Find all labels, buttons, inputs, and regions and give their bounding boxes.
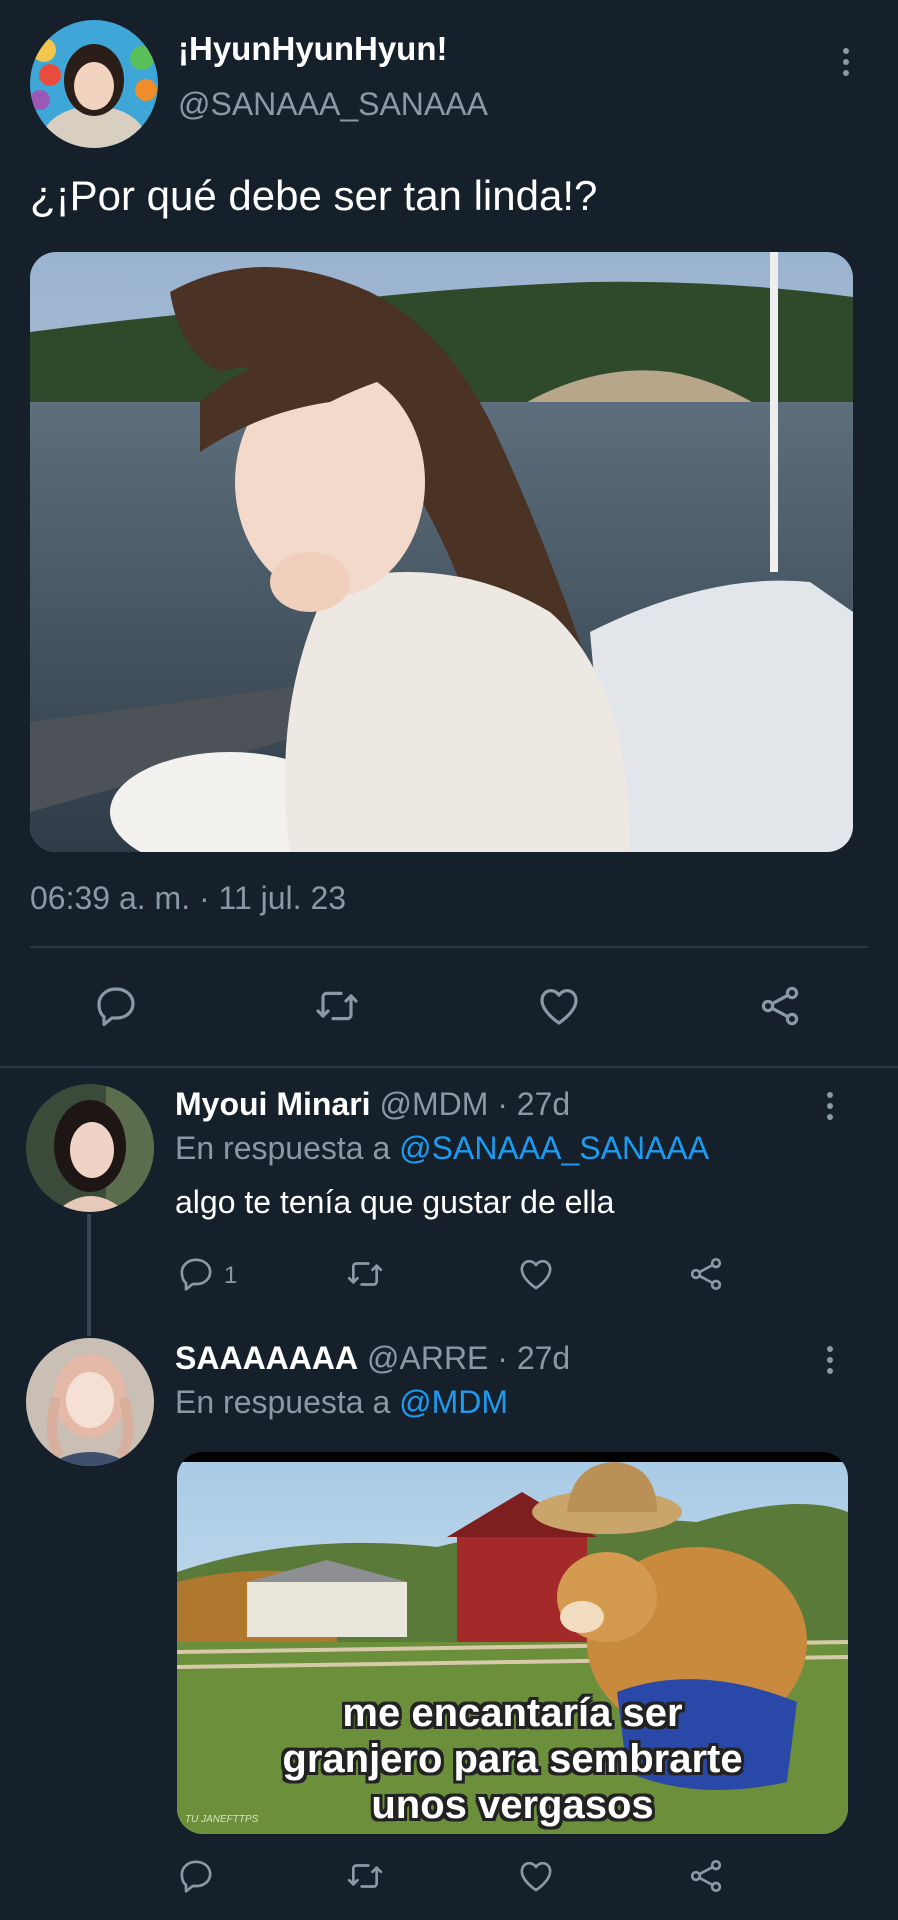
main-tweet-photo[interactable]: [30, 252, 853, 852]
reply-2-retweet-icon[interactable]: [344, 1856, 386, 1896]
reply-icon[interactable]: [92, 982, 140, 1030]
reply-2-meme-caption-3: unos vergasos: [371, 1783, 654, 1827]
main-tweet-avatar[interactable]: [30, 20, 158, 148]
reply-2-meme-image[interactable]: me encantaría ser granjero para sembrart…: [177, 1452, 848, 1834]
reply-2-meme-caption-1: me encantaría ser: [342, 1691, 683, 1735]
reply-2-context: En respuesta a @MDM: [175, 1384, 508, 1421]
reply-1-retweet-icon[interactable]: [344, 1254, 386, 1294]
reply-1-handle[interactable]: @MDM: [379, 1086, 488, 1122]
main-tweet-handle[interactable]: @SANAAA_SANAAA: [178, 86, 488, 123]
reply-1-avatar[interactable]: [26, 1084, 154, 1212]
main-tweet-timestamp: 06:39 a. m. · 11 jul. 23: [30, 880, 347, 916]
reply-1-age: · 27d: [497, 1086, 571, 1122]
reply-1-header: Myoui Minari @MDM · 27d: [175, 1086, 570, 1123]
main-tweet-divider: [30, 946, 868, 948]
reply-2-display-name[interactable]: SAAAAAAA: [175, 1340, 358, 1376]
reply-2-reply-icon[interactable]: [176, 1856, 216, 1896]
main-tweet-text: ¿¡Por qué debe ser tan linda!?: [30, 172, 598, 219]
reply-1-reply-count: 1: [224, 1262, 238, 1289]
reply-2-handle[interactable]: @ARRE: [367, 1340, 488, 1376]
reply-1-context-prefix: En respuesta a: [175, 1130, 391, 1166]
reply-1-like-icon[interactable]: [516, 1254, 556, 1294]
reply-1-share-icon[interactable]: [686, 1254, 726, 1294]
reply-2-meme-caption-2: granjero para sembrarte: [282, 1737, 743, 1781]
reply-2-like-icon[interactable]: [516, 1856, 556, 1896]
reply-1-display-name[interactable]: Myoui Minari: [175, 1086, 371, 1122]
retweet-icon[interactable]: [312, 982, 362, 1030]
reply-1-reply-icon[interactable]: [176, 1254, 216, 1294]
reply-2-meme-watermark: TU JANEFTTPS: [185, 1814, 259, 1825]
reply-2-context-prefix: En respuesta a: [175, 1384, 391, 1420]
main-tweet-more-icon[interactable]: [840, 48, 852, 76]
reply-2-mention-link[interactable]: @MDM: [399, 1384, 508, 1420]
like-icon[interactable]: [535, 982, 583, 1030]
reply-2-avatar[interactable]: [26, 1338, 154, 1466]
reply-1-mention-link[interactable]: @SANAAA_SANAAA: [399, 1130, 709, 1166]
reply-2-share-icon[interactable]: [686, 1856, 726, 1896]
reply-2-age: · 27d: [497, 1340, 571, 1376]
share-icon[interactable]: [756, 982, 804, 1030]
reply-2-more-icon[interactable]: [824, 1346, 836, 1374]
reply-1-more-icon[interactable]: [824, 1092, 836, 1120]
reply-2-header: SAAAAAAA @ARRE · 27d: [175, 1340, 570, 1377]
main-tweet-display-name[interactable]: ¡HyunHyunHyun!: [178, 30, 447, 68]
main-tweet-bottom-divider: [0, 1066, 898, 1068]
reply-1-text: algo te tenía que gustar de ella: [175, 1184, 615, 1220]
reply-thread-line: [87, 1214, 91, 1336]
reply-1-context: En respuesta a @SANAAA_SANAAA: [175, 1130, 709, 1167]
